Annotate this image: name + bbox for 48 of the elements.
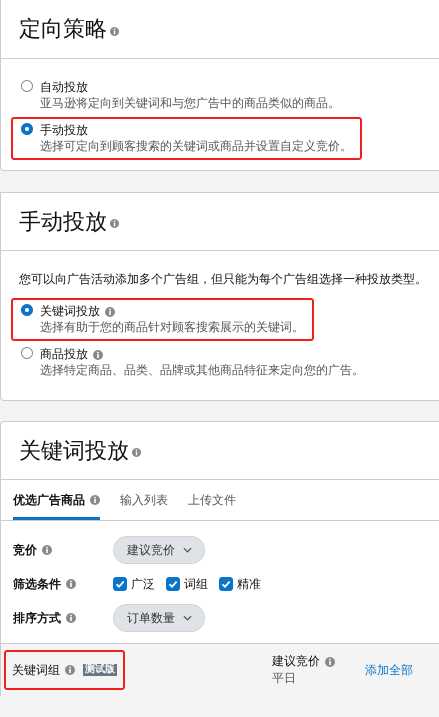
setting-label: 筛选条件 xyxy=(13,576,61,592)
option-label: 手动投放 xyxy=(40,123,88,137)
info-icon[interactable] xyxy=(90,495,100,505)
section-title: 定向策略 xyxy=(19,15,107,43)
option-label: 商品投放 xyxy=(40,347,88,361)
info-icon[interactable] xyxy=(42,545,52,555)
option-description: 亚马逊将定向到关键词和与您广告中的商品类似的商品。 xyxy=(40,95,340,111)
checkbox[interactable] xyxy=(219,577,233,591)
info-icon[interactable] xyxy=(105,306,115,317)
dropdown[interactable]: 订单数量 xyxy=(113,604,205,632)
info-icon[interactable] xyxy=(66,613,76,623)
checkbox-label: 精准 xyxy=(237,576,261,592)
tab[interactable]: 上传文件 xyxy=(188,480,236,520)
option-description: 选择特定商品、品类、品牌或其他商品特征来定向您的广告。 xyxy=(40,362,364,378)
info-icon[interactable] xyxy=(110,26,119,36)
option-label: 自动投放 xyxy=(40,80,88,94)
info-icon[interactable] xyxy=(110,219,119,228)
beta-badge: 测试版 xyxy=(83,664,117,676)
caret-icon xyxy=(183,547,192,553)
column-header: 建议竞价 xyxy=(272,653,320,670)
info-icon[interactable] xyxy=(132,448,141,457)
info-icon[interactable] xyxy=(65,665,75,675)
section-title: 手动投放 xyxy=(19,208,107,236)
add-all-link[interactable]: 添加全部 xyxy=(365,662,413,678)
tab[interactable]: 输入列表 xyxy=(120,480,168,520)
description-text: 您可以向广告活动添加多个广告组，但只能为每个广告组选择一种投放类型。 xyxy=(18,271,428,288)
tab[interactable]: 优选广告商品 xyxy=(13,480,100,520)
checkbox[interactable] xyxy=(166,577,180,591)
caret-icon xyxy=(183,615,192,621)
radio-button[interactable] xyxy=(21,347,33,359)
setting-label: 竞价 xyxy=(13,542,37,558)
option-label: 关键词投放 xyxy=(40,304,100,318)
radio-button[interactable] xyxy=(21,304,33,316)
radio-button[interactable] xyxy=(21,123,33,135)
option-description: 选择有助于您的商品针对顾客搜索展示的关键词。 xyxy=(40,319,304,335)
section-title: 关键词投放 xyxy=(19,436,129,464)
dropdown[interactable]: 建议竞价 xyxy=(113,536,205,564)
setting-label: 排序方式 xyxy=(13,610,61,626)
option-description: 选择可定向到顾客搜索的关键词或商品并设置自定义竞价。 xyxy=(40,138,352,154)
info-icon[interactable] xyxy=(93,350,103,360)
column-header: 关键词组 xyxy=(12,662,60,678)
column-subheader: 平日 xyxy=(272,670,297,687)
checkbox[interactable] xyxy=(113,577,127,591)
checkbox-label: 词组 xyxy=(184,576,208,592)
info-icon[interactable] xyxy=(66,579,76,589)
checkbox-label: 广泛 xyxy=(131,576,155,592)
info-icon[interactable] xyxy=(325,656,335,666)
radio-button[interactable] xyxy=(21,80,33,92)
